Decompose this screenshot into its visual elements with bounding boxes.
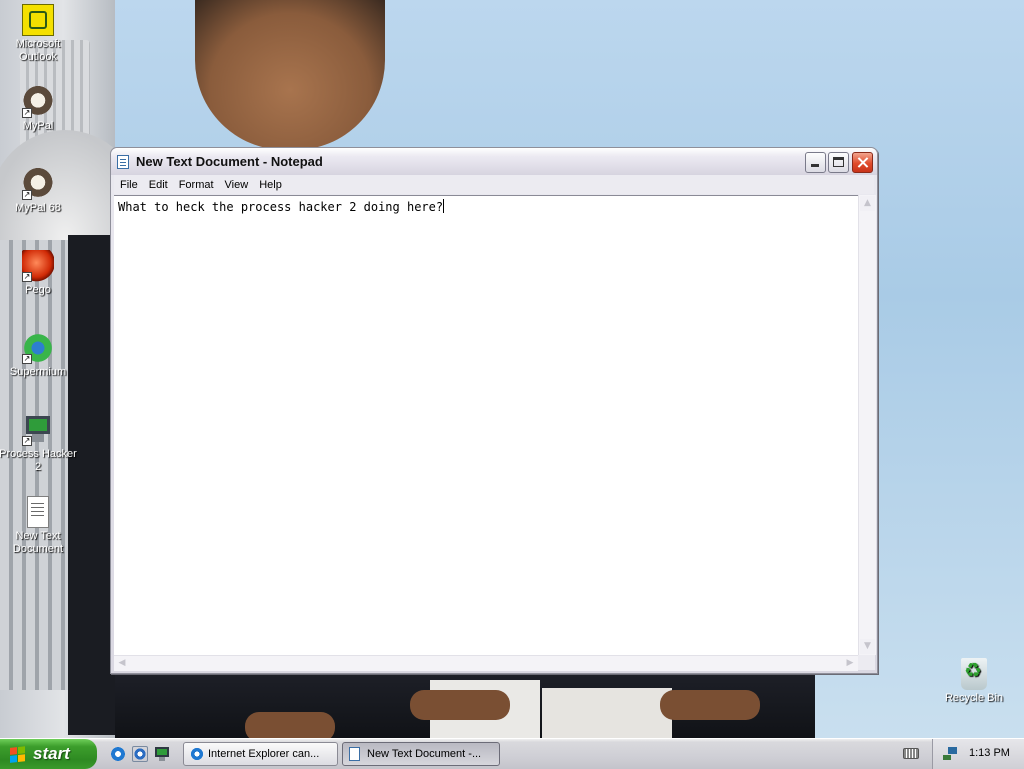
keyboard-icon[interactable] bbox=[903, 748, 919, 759]
internet-explorer-quicklaunch-icon[interactable] bbox=[110, 746, 126, 762]
wallpaper-person bbox=[195, 0, 385, 150]
wallpaper-hand bbox=[410, 690, 510, 720]
wallpaper-shirt-2 bbox=[542, 688, 672, 738]
scroll-up-arrow-icon[interactable]: ▲ bbox=[860, 196, 875, 211]
pego-icon: ↗ bbox=[22, 250, 54, 282]
desktop-icon-mypal68[interactable]: ↗ MyPal 68 bbox=[0, 168, 78, 215]
desktop: Microsoft Outlook ↗ MyPal ↗ MyPal 68 ↗ P… bbox=[0, 0, 1024, 738]
desktop-icon-mypal[interactable]: ↗ MyPal bbox=[0, 86, 78, 133]
text-editor[interactable]: What to heck the process hacker 2 doing … bbox=[114, 195, 858, 656]
menu-edit[interactable]: Edit bbox=[144, 179, 173, 191]
desktop-icon-label: MyPal 68 bbox=[15, 202, 61, 214]
text-document-icon bbox=[27, 496, 49, 528]
desktop-icon-outlook[interactable]: Microsoft Outlook bbox=[0, 4, 78, 64]
desktop-icon-label: Process Hacker 2 bbox=[0, 448, 77, 473]
desktop-icon-label: Microsoft Outlook bbox=[15, 38, 61, 63]
outlook-icon bbox=[22, 4, 54, 36]
desktop-icon-label: Supermium bbox=[9, 366, 67, 378]
shortcut-arrow-icon: ↗ bbox=[22, 436, 32, 446]
notepad-icon bbox=[349, 747, 360, 761]
shortcut-arrow-icon: ↗ bbox=[22, 190, 32, 200]
menu-bar: File Edit Format View Help bbox=[114, 175, 874, 194]
scroll-right-arrow-icon[interactable]: ▶ bbox=[844, 656, 856, 671]
system-tray: 1:13 PM bbox=[932, 739, 1024, 769]
taskbar-item-notepad[interactable]: New Text Document -... bbox=[342, 742, 500, 766]
desktop-icon-process-hacker[interactable]: ↗ Process Hacker 2 bbox=[0, 414, 78, 474]
desktop-icon-label: Pego bbox=[25, 284, 51, 296]
clock[interactable]: 1:13 PM bbox=[969, 747, 1010, 759]
close-button[interactable] bbox=[852, 152, 873, 173]
show-desktop-icon[interactable] bbox=[154, 746, 170, 762]
desktop-icon-supermium[interactable]: ↗ Supermium bbox=[0, 332, 78, 379]
menu-view[interactable]: View bbox=[220, 179, 254, 191]
taskbar-item-internet-explorer[interactable]: Internet Explorer can... bbox=[183, 742, 338, 766]
text-caret bbox=[443, 199, 445, 213]
mypal68-icon: ↗ bbox=[22, 168, 54, 200]
browser-quicklaunch-icon[interactable] bbox=[132, 746, 148, 762]
menu-format[interactable]: Format bbox=[174, 179, 219, 191]
desktop-icon-label: New Text Document bbox=[12, 530, 64, 555]
network-icon[interactable] bbox=[943, 747, 957, 760]
recycle-bin-icon bbox=[961, 658, 987, 690]
notepad-app-icon[interactable] bbox=[117, 155, 129, 169]
shortcut-arrow-icon: ↗ bbox=[22, 272, 32, 282]
shortcut-arrow-icon: ↗ bbox=[22, 354, 32, 364]
scroll-down-arrow-icon[interactable]: ▼ bbox=[860, 639, 875, 654]
window-title: New Text Document - Notepad bbox=[136, 154, 323, 169]
editor-text: What to heck the process hacker 2 doing … bbox=[118, 200, 444, 214]
minimize-button[interactable] bbox=[805, 152, 826, 173]
desktop-icon-label: Recycle Bin bbox=[944, 692, 1004, 704]
start-label: start bbox=[33, 744, 70, 763]
shortcut-arrow-icon: ↗ bbox=[22, 108, 32, 118]
scroll-left-arrow-icon[interactable]: ◀ bbox=[116, 656, 128, 671]
notepad-window[interactable]: New Text Document - Notepad File Edit Fo… bbox=[110, 147, 878, 674]
mypal-icon: ↗ bbox=[22, 86, 54, 118]
horizontal-scrollbar[interactable]: ◀ ▶ bbox=[114, 655, 858, 671]
supermium-icon: ↗ bbox=[22, 332, 54, 364]
process-hacker-icon: ↗ bbox=[22, 414, 54, 446]
wallpaper-hand bbox=[245, 712, 335, 738]
desktop-icon-label: MyPal bbox=[22, 120, 54, 132]
desktop-icon-new-text-document[interactable]: New Text Document bbox=[0, 496, 78, 556]
internet-explorer-icon bbox=[190, 747, 204, 761]
desktop-icon-pego[interactable]: ↗ Pego bbox=[0, 250, 78, 297]
maximize-button[interactable] bbox=[828, 152, 849, 173]
wallpaper-hand bbox=[660, 690, 760, 720]
taskbar: start Internet Explorer can... New Text … bbox=[0, 738, 1024, 769]
start-button[interactable]: start bbox=[0, 739, 97, 769]
task-label: New Text Document -... bbox=[367, 748, 482, 760]
menu-file[interactable]: File bbox=[115, 179, 143, 191]
windows-logo-icon bbox=[10, 746, 26, 763]
vertical-scrollbar[interactable]: ▲ ▼ bbox=[858, 195, 876, 655]
menu-help[interactable]: Help bbox=[254, 179, 287, 191]
task-label: Internet Explorer can... bbox=[208, 748, 320, 760]
desktop-icon-recycle-bin[interactable]: Recycle Bin bbox=[934, 658, 1014, 705]
title-bar[interactable]: New Text Document - Notepad bbox=[111, 148, 877, 175]
resize-grip[interactable] bbox=[858, 655, 875, 670]
